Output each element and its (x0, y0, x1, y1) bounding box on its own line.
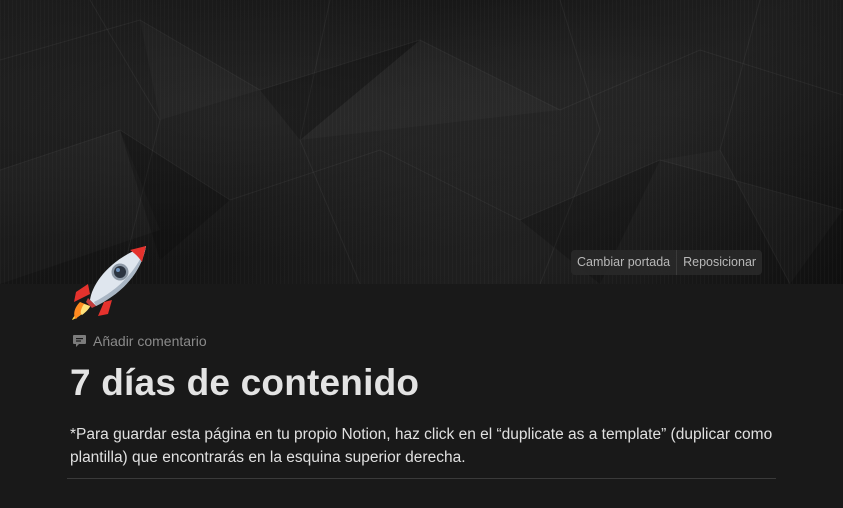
notion-page: Cambiar portada Reposicionar Añadir come… (0, 0, 843, 508)
cover-controls: Cambiar portada Reposicionar (571, 250, 763, 275)
page-description[interactable]: *Para guardar esta página en tu propio N… (70, 423, 780, 469)
page-title[interactable]: 7 días de contenido (70, 362, 419, 404)
comment-icon (73, 335, 86, 347)
add-comment-label: Añadir comentario (93, 333, 207, 349)
cover-image[interactable]: Cambiar portada Reposicionar (0, 0, 843, 284)
reposition-button[interactable]: Reposicionar (676, 250, 762, 275)
crumpled-paper-texture (0, 0, 843, 284)
change-cover-button[interactable]: Cambiar portada (571, 250, 676, 275)
add-comment-button[interactable]: Añadir comentario (72, 332, 207, 350)
divider (67, 478, 776, 479)
rocket-icon[interactable] (70, 244, 148, 322)
